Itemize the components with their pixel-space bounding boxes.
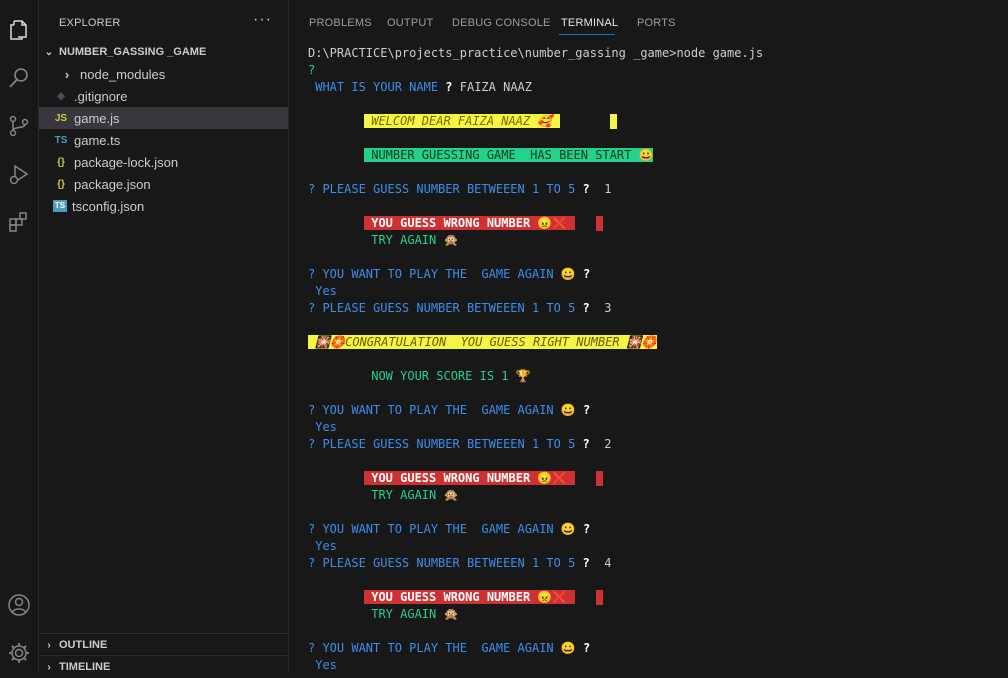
- yes-4: Yes: [308, 658, 337, 672]
- account-icon[interactable]: [3, 589, 35, 621]
- guess-line-3: ? PLEASE GUESS NUMBER BETWEEEN 1 TO 5 ? …: [308, 437, 612, 451]
- chevron-right-icon: ›: [64, 66, 70, 82]
- settings-gear-icon[interactable]: [3, 637, 35, 669]
- source-control-icon[interactable]: [3, 110, 35, 142]
- bottom-panel: PROBLEMS OUTPUT DEBUG CONSOLE TERMINAL P…: [289, 0, 1008, 673]
- tree-item-gitignore[interactable]: ◆ .gitignore: [39, 85, 288, 107]
- try-again-3: TRY AGAIN 🙊: [364, 607, 459, 621]
- welcome-line: WELCOM DEAR FAIZA NAAZ 🥰: [364, 113, 618, 130]
- tree-item-tsconfig-json[interactable]: TS tsconfig.json: [39, 195, 288, 217]
- command-line: D:\PRACTICE\projects_practice\number_gas…: [308, 46, 764, 60]
- tab-output[interactable]: OUTPUT: [387, 17, 433, 29]
- tsconfig-file-icon: TS: [53, 200, 67, 212]
- tab-debug-console[interactable]: DEBUG CONSOLE: [452, 17, 551, 29]
- run-debug-icon[interactable]: [3, 158, 35, 190]
- play-again-4: ? YOU WANT TO PLAY THE GAME AGAIN 😀 ?: [308, 641, 591, 655]
- outline-section[interactable]: › OUTLINE: [39, 633, 288, 656]
- git-diamond-icon: ◆: [57, 90, 65, 102]
- try-again-2: TRY AGAIN 🙊: [364, 488, 459, 502]
- extensions-icon[interactable]: [3, 206, 35, 238]
- explorer-title: EXPLORER: [59, 17, 121, 29]
- tab-ports[interactable]: PORTS: [637, 17, 676, 29]
- tree-item-package-lock-json[interactable]: {} package-lock.json: [39, 151, 288, 173]
- wrong-line-3: YOU GUESS WRONG NUMBER 😠❌: [364, 589, 604, 606]
- play-again-2: ? YOU WANT TO PLAY THE GAME AGAIN 😀 ?: [308, 403, 591, 417]
- guess-line-4: ? PLEASE GUESS NUMBER BETWEEEN 1 TO 5 ? …: [308, 556, 612, 570]
- try-again-1: TRY AGAIN 🙊: [364, 233, 459, 247]
- folder-header[interactable]: ⌄ NUMBER_GASSING _GAME: [39, 42, 288, 62]
- search-icon[interactable]: [3, 62, 35, 94]
- tree-item-node-modules[interactable]: › node_modules: [39, 63, 288, 85]
- json-file-icon: {}: [57, 178, 65, 190]
- activity-bar: [0, 0, 39, 673]
- guess-line-1: ? PLEASE GUESS NUMBER BETWEEEN 1 TO 5 ? …: [308, 182, 612, 196]
- ts-file-icon: TS: [54, 134, 68, 146]
- tab-terminal[interactable]: TERMINAL: [561, 17, 618, 29]
- panel-tabs: PROBLEMS OUTPUT DEBUG CONSOLE TERMINAL P…: [289, 0, 1008, 40]
- prompt-marker: ?: [308, 63, 316, 77]
- name-line: WHAT IS YOUR NAME ? FAIZA NAAZ: [308, 80, 532, 94]
- yes-1: Yes: [308, 284, 337, 298]
- tree-item-game-ts[interactable]: TS game.ts: [39, 129, 288, 151]
- score-line: NOW YOUR SCORE IS 1 🏆: [364, 369, 531, 383]
- explorer-files-icon[interactable]: [3, 14, 35, 46]
- wrong-line-1: YOU GUESS WRONG NUMBER 😠❌: [364, 215, 604, 232]
- more-actions-icon[interactable]: ···: [253, 11, 272, 29]
- chevron-down-icon: ⌄: [44, 46, 54, 58]
- wrong-line-2: YOU GUESS WRONG NUMBER 😠❌: [364, 470, 604, 487]
- chevron-right-icon: ›: [47, 639, 51, 651]
- yes-3: Yes: [308, 539, 337, 553]
- guess-line-2: ? PLEASE GUESS NUMBER BETWEEEN 1 TO 5 ? …: [308, 301, 612, 315]
- play-again-3: ? YOU WANT TO PLAY THE GAME AGAIN 😀 ?: [308, 522, 591, 536]
- timeline-section[interactable]: › TIMELINE: [39, 655, 288, 678]
- congrats-line: 🎇🏵️CONGRATULATION YOU GUESS RIGHT NUMBER…: [308, 335, 657, 349]
- folder-name: NUMBER_GASSING _GAME: [59, 46, 207, 58]
- json-file-icon: {}: [57, 156, 65, 168]
- tree-item-package-json[interactable]: {} package.json: [39, 173, 288, 195]
- explorer-sidebar: EXPLORER ··· ⌄ NUMBER_GASSING _GAME › no…: [39, 0, 289, 673]
- chevron-right-icon: ›: [47, 661, 51, 673]
- active-tab-indicator: [559, 34, 615, 35]
- start-line: NUMBER GUESSING GAME HAS BEEN START 😀: [364, 148, 654, 162]
- play-again-1: ? YOU WANT TO PLAY THE GAME AGAIN 😀 ?: [308, 267, 591, 281]
- tree-item-game-js[interactable]: JS game.js: [39, 107, 288, 129]
- js-file-icon: JS: [54, 112, 68, 124]
- yes-2: Yes: [308, 420, 337, 434]
- tab-problems[interactable]: PROBLEMS: [309, 17, 372, 29]
